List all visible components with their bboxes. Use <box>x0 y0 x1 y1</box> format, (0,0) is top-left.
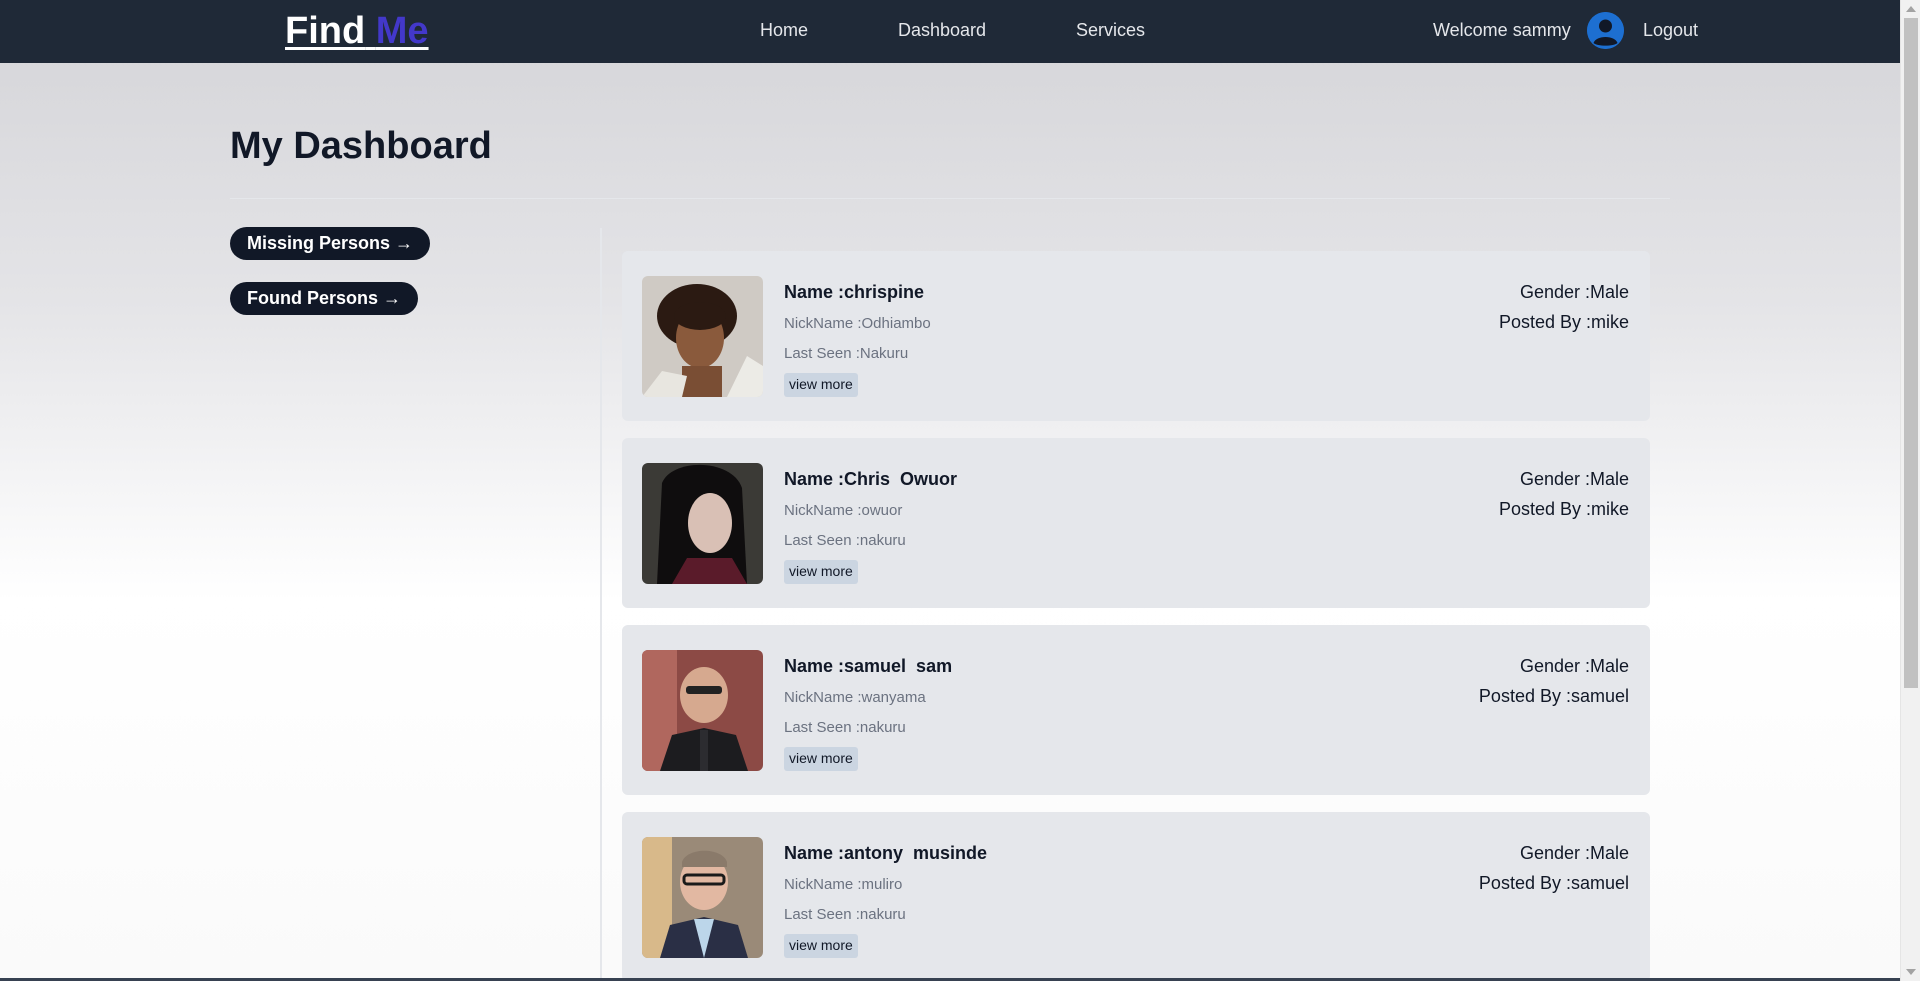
person-gender: Gender :Male <box>1519 469 1629 489</box>
person-card: Name :Chris Owuor NickName :owuor Last S… <box>622 438 1650 608</box>
scroll-up-icon[interactable] <box>1906 6 1916 12</box>
person-card: Name :antony musinde NickName :muliro La… <box>622 812 1650 981</box>
top-navbar: Find Me Home Dashboard Services Welcome … <box>0 0 1900 63</box>
person-card: Name :samuel sam NickName :wanyama Last … <box>622 625 1650 795</box>
person-photo <box>642 837 763 958</box>
person-name: Name :chrispine <box>784 282 925 302</box>
person-posted-by: Posted By :mike <box>1498 312 1629 332</box>
view-more-button[interactable]: view more <box>784 560 858 584</box>
header-divider <box>230 198 1670 199</box>
missing-persons-button[interactable]: Missing Persons → <box>230 227 431 260</box>
person-name: Name :samuel sam <box>784 656 953 676</box>
person-last-seen: Last Seen :Nakuru <box>784 345 909 362</box>
person-gender: Gender :Male <box>1519 656 1629 676</box>
person-last-seen: Last Seen :nakuru <box>784 719 906 736</box>
person-last-seen: Last Seen :nakuru <box>784 532 906 549</box>
person-photo <box>642 650 763 771</box>
view-more-button[interactable]: view more <box>784 747 858 771</box>
logo-find: Find <box>285 10 366 52</box>
nav-services[interactable]: Services <box>1076 20 1145 41</box>
person-posted-by: Posted By :samuel <box>1478 873 1629 893</box>
logout-link[interactable]: Logout <box>1643 20 1698 41</box>
person-posted-by: Posted By :samuel <box>1478 686 1629 706</box>
found-persons-button[interactable]: Found Persons → <box>230 282 419 315</box>
person-nickname: NickName :muliro <box>784 876 903 893</box>
person-last-seen: Last Seen :nakuru <box>784 906 906 923</box>
sidebar-divider <box>600 228 602 981</box>
person-nickname: NickName :wanyama <box>784 689 926 706</box>
person-gender: Gender :Male <box>1519 843 1629 863</box>
person-nickname: NickName :owuor <box>784 502 903 519</box>
nav-dashboard[interactable]: Dashboard <box>898 20 986 41</box>
person-posted-by: Posted By :mike <box>1498 499 1629 519</box>
view-more-button[interactable]: view more <box>784 934 858 958</box>
person-name: Name :antony musinde <box>784 843 988 863</box>
user-avatar-icon[interactable] <box>1587 12 1624 49</box>
person-gender: Gender :Male <box>1519 282 1629 302</box>
logo-me: Me <box>375 10 429 52</box>
nav-home[interactable]: Home <box>760 20 808 41</box>
scrollbar-thumb[interactable] <box>1904 18 1918 688</box>
view-more-button[interactable]: view more <box>784 373 858 397</box>
person-card: Name :chrispine NickName :Odhiambo Last … <box>622 251 1650 421</box>
person-photo <box>642 463 763 584</box>
person-photo <box>642 276 763 397</box>
site-logo[interactable]: Find Me <box>285 10 429 53</box>
page-scrollbar[interactable] <box>1900 0 1920 981</box>
person-nickname: NickName :Odhiambo <box>784 315 931 332</box>
person-name: Name :Chris Owuor <box>784 469 958 489</box>
welcome-text: Welcome sammy <box>1433 20 1571 40</box>
page-title: My Dashboard <box>230 125 492 167</box>
scroll-down-icon[interactable] <box>1906 969 1916 975</box>
